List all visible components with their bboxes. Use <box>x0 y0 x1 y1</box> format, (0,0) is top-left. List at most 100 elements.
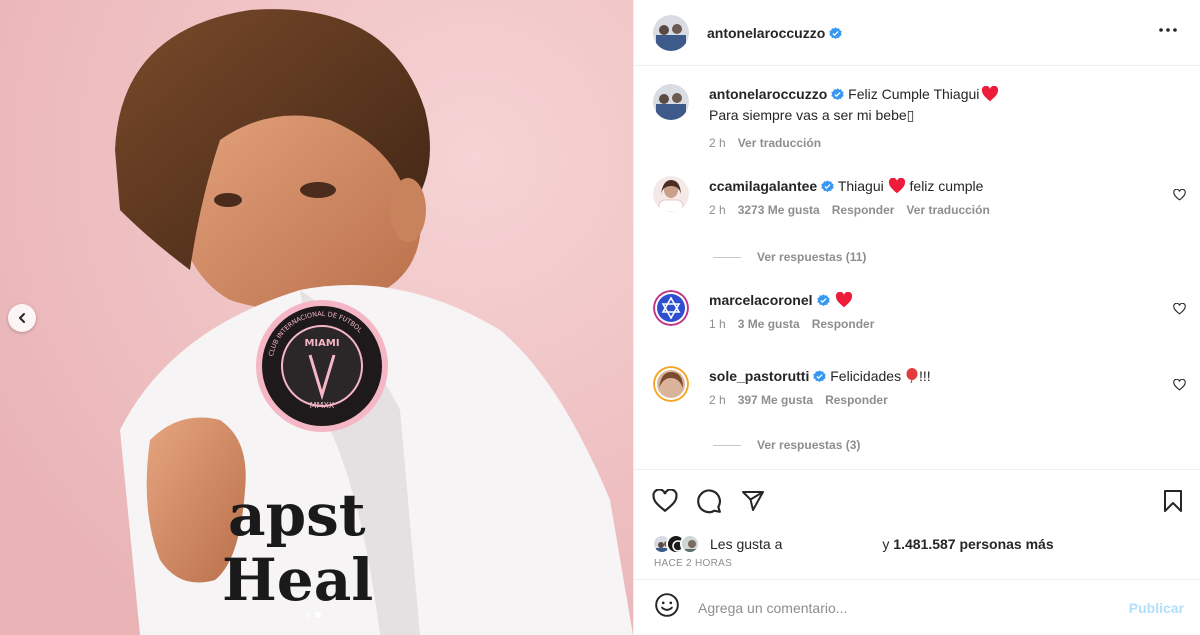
red-heart-emoji-icon <box>836 291 853 308</box>
balloon-emoji-icon <box>906 368 918 384</box>
verified-badge-icon <box>829 26 842 39</box>
comment-button[interactable] <box>696 488 722 514</box>
avatar-image <box>653 14 689 51</box>
carousel-dot-active <box>315 612 321 618</box>
header-username[interactable]: antonelaroccuzzo <box>707 25 842 41</box>
likes-prefix: Les gusta a <box>710 536 783 552</box>
comment-likes-button[interactable]: 3273 Me gusta <box>738 203 820 217</box>
more-options-button[interactable] <box>1156 18 1180 47</box>
likes-suffix: y <box>882 536 890 552</box>
badge-city-text: MIAMI <box>304 338 339 349</box>
comment-username[interactable]: ccamilagalantee <box>709 178 817 194</box>
comment-time: 2 h <box>709 393 726 407</box>
verified-badge-icon <box>831 88 844 101</box>
comment-likes-button[interactable]: 397 Me gusta <box>738 393 813 407</box>
emoji-button[interactable] <box>654 592 680 623</box>
comment-reply-button[interactable]: Responder <box>832 203 895 217</box>
comment-text-part: !!! <box>918 368 931 384</box>
caption-translate-button[interactable]: Ver traducción <box>738 136 821 150</box>
caption: antonelaroccuzzo Feliz Cumple Thiagui Pa… <box>653 84 1186 150</box>
view-replies-label[interactable]: Ver respuestas (3) <box>757 438 860 452</box>
replies-divider <box>713 444 741 446</box>
avatar-image <box>653 176 689 212</box>
view-replies-button[interactable]: Ver respuestas (11) <box>713 250 866 264</box>
comment-text-part: Felicidades <box>830 368 902 384</box>
view-replies-button[interactable]: Ver respuestas (3) <box>713 438 860 452</box>
comments-list[interactable]: antonelaroccuzzo Feliz Cumple Thiagui Pa… <box>634 66 1200 469</box>
publish-button[interactable]: Publicar <box>1129 600 1184 616</box>
smiley-emoji-icon <box>655 593 679 617</box>
avatar[interactable] <box>653 176 689 212</box>
heart-outline-icon <box>1173 302 1186 315</box>
verified-badge-icon <box>813 370 827 383</box>
post-timestamp[interactable]: HACE 2 HORAS <box>634 557 1200 579</box>
likes-count-button[interactable]: 1.481.587 personas más <box>893 536 1053 552</box>
comment-input[interactable] <box>698 599 1129 616</box>
comment-text-part: Thiagui <box>837 178 884 194</box>
save-button[interactable] <box>1162 489 1184 513</box>
heart-outline-icon <box>1173 378 1186 391</box>
heart-outline-icon <box>652 488 678 512</box>
comment-like-button[interactable] <box>1173 302 1186 320</box>
avatar-image <box>653 366 689 402</box>
avatar-image <box>653 290 689 326</box>
comment-item: ccamilagalantee Thiagui feliz cumple 2 h… <box>653 176 1186 217</box>
heart-outline-icon <box>1173 188 1186 201</box>
caption-username[interactable]: antonelaroccuzzo <box>709 86 827 102</box>
comment-time: 2 h <box>709 203 726 217</box>
comment-item: marcelacoronel 1 h 3 Me gusta Responder <box>653 290 1186 331</box>
carousel-dot <box>305 612 311 618</box>
comment-text: marcelacoronel <box>709 290 1186 311</box>
comment-meta: 2 h 397 Me gusta Responder <box>709 393 1186 407</box>
red-heart-emoji-icon <box>888 177 905 194</box>
comment-bubble-icon <box>697 488 721 513</box>
instagram-post: MIAMI MMXX CLUB INTERNACIONAL DE FUTBOL … <box>0 0 1200 635</box>
comment-likes-button[interactable]: 3 Me gusta <box>738 317 800 331</box>
avatar[interactable] <box>653 14 689 51</box>
comment-text: sole_pastorutti Felicidades !!! <box>709 366 1186 387</box>
replies-divider <box>713 256 741 258</box>
avatar[interactable] <box>653 84 689 120</box>
comment-meta: 1 h 3 Me gusta Responder <box>709 317 1186 331</box>
post-header: antonelaroccuzzo <box>634 0 1200 66</box>
carousel-indicator <box>305 612 321 618</box>
shirt-text-line1: apst <box>228 481 366 549</box>
post-side-panel: antonelaroccuzzo antonelaroccuzzo Feliz … <box>633 0 1200 635</box>
avatar-image <box>653 84 689 120</box>
paper-plane-icon <box>742 490 764 511</box>
comment-reply-button[interactable]: Responder <box>812 317 875 331</box>
likes-summary: Les gusta a y 1.481.587 personas más <box>634 531 1200 557</box>
comment-like-button[interactable] <box>1173 188 1186 206</box>
comment-username[interactable]: marcelacoronel <box>709 292 813 308</box>
share-button[interactable] <box>740 489 766 513</box>
comment-username[interactable]: sole_pastorutti <box>709 368 809 384</box>
comment-like-button[interactable] <box>1173 378 1186 396</box>
liker-avatars[interactable] <box>652 534 700 554</box>
chevron-left-icon <box>19 313 25 323</box>
bookmark-icon <box>1164 489 1182 512</box>
caption-meta: 2 h Ver traducción <box>709 136 1186 150</box>
comment-translate-button[interactable]: Ver traducción <box>906 203 989 217</box>
avatar <box>680 534 700 554</box>
comment-meta: 2 h 3273 Me gusta Responder Ver traducci… <box>709 203 1186 217</box>
caption-text: antonelaroccuzzo Feliz Cumple Thiagui Pa… <box>709 84 1186 126</box>
like-button[interactable] <box>652 488 678 513</box>
caption-line1: Feliz Cumple Thiagui <box>848 86 980 102</box>
add-comment-bar: Publicar <box>634 579 1200 635</box>
comment-time: 1 h <box>709 317 726 331</box>
post-media[interactable]: MIAMI MMXX CLUB INTERNACIONAL DE FUTBOL … <box>0 0 633 635</box>
post-actions-bar <box>634 469 1200 531</box>
previous-image-button[interactable] <box>8 304 36 332</box>
verified-badge-icon <box>816 294 830 307</box>
shirt-text-line2: Heal <box>222 546 373 614</box>
post-photo: MIAMI MMXX CLUB INTERNACIONAL DE FUTBOL … <box>0 0 633 635</box>
header-username-text[interactable]: antonelaroccuzzo <box>707 25 825 41</box>
avatar[interactable] <box>653 366 689 402</box>
caption-time: 2 h <box>709 136 726 150</box>
avatar[interactable] <box>653 290 689 326</box>
view-replies-label[interactable]: Ver respuestas (11) <box>757 250 866 264</box>
comment-reply-button[interactable]: Responder <box>825 393 888 407</box>
more-horizontal-icon <box>1159 28 1177 32</box>
verified-badge-icon <box>821 180 834 193</box>
comment-text: ccamilagalantee Thiagui feliz cumple <box>709 176 1186 197</box>
